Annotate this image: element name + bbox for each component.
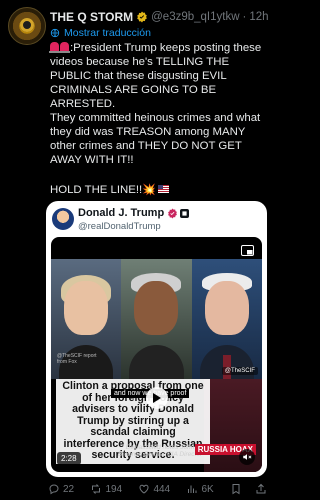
person-image: @TheSCIF [191,259,262,379]
video-player[interactable]: @TheSCIF report from Fox @TheSCIF Clinto… [51,237,262,472]
reply-icon [49,484,59,495]
views-button[interactable]: 6K [186,483,214,495]
siren-icon [49,42,60,53]
timestamp[interactable]: 12h [249,11,268,23]
view-count: 6K [201,483,214,495]
paragraph-3-text: HOLD THE LINE!! [50,184,143,196]
video-thumbnail-collage: @TheSCIF report from Fox @TheSCIF [51,259,262,379]
views-icon [188,485,197,493]
share-icon[interactable] [255,483,267,495]
translate-button[interactable]: Mostrar traducción [50,27,151,39]
quoted-handle[interactable]: @realDonaldTrump [78,221,161,232]
post-paragraph-2: They committed heinous crimes and what t… [50,112,261,166]
repost-count: 194 [105,483,123,495]
display-name[interactable]: THE Q STORM [50,10,133,24]
person-image: @TheSCIF report from Fox [51,259,122,379]
globe-icon [50,28,60,38]
play-icon[interactable] [145,387,168,409]
person-image [121,259,192,379]
reply-count: 22 [63,483,75,495]
post-header: THE Q STORM @e3z9b_qI1ytkw · 12h [50,9,270,25]
like-count: 444 [153,483,171,495]
post-paragraph-3: HOLD THE LINE!!💥 [50,183,268,197]
reply-button[interactable]: 22 [48,483,74,495]
quoted-name[interactable]: Donald J. Trump [78,207,190,219]
official-badge-icon [180,208,190,218]
quoted-post-card[interactable]: Donald J. Trump @realDonaldTrump @TheSCI… [46,201,267,477]
video-watermark: @TheSCIF report from Fox [57,353,97,365]
handle[interactable]: @e3z9b_qI1ytkw [151,11,239,23]
heart-icon [139,484,149,494]
quoted-name-text: Donald J. Trump [78,207,165,219]
post-paragraph-1: :President Trump keeps posting these vid… [49,41,268,111]
video-duration: 2:28 [57,452,81,465]
mute-icon[interactable] [239,449,255,465]
verified-badge-icon [136,11,148,23]
repost-icon [92,484,101,494]
separator-dot: · [242,11,247,23]
verified-badge-icon [168,207,178,219]
quoted-avatar[interactable] [52,208,74,230]
picture-in-picture-icon[interactable] [241,245,254,256]
repost-button[interactable]: 194 [90,483,122,495]
translate-label: Mostrar traducción [64,27,151,39]
video-notes: Declassified notes John Brennan Former C… [117,444,203,458]
secondary-actions [230,483,270,495]
bookmark-icon[interactable] [230,483,242,495]
paragraph-1-text: :President Trump keeps posting these vid… [50,42,262,110]
like-button[interactable]: 444 [138,483,170,495]
action-bar: 22 194 444 6K [48,481,270,497]
collision-emoji: 💥 [142,184,156,196]
siren-icon [59,42,70,53]
video-handle-tag: @TheSCIF [221,367,258,375]
avatar[interactable] [8,7,46,45]
us-flag-icon [157,185,169,193]
post[interactable]: THE Q STORM @e3z9b_qI1ytkw · 12h Mostrar… [0,0,276,500]
